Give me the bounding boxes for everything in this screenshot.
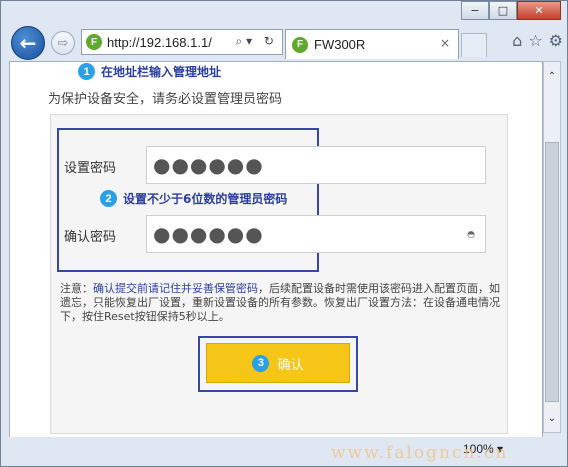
watermark: www.falogncn.cn	[331, 443, 509, 463]
confirm-password-dots: ●●●●●●	[153, 222, 264, 246]
confirm-highlight-box: 3 确认	[198, 336, 358, 392]
settings-gear-icon[interactable]: ⚙	[549, 31, 563, 50]
forward-button[interactable]: ⇨	[51, 31, 75, 55]
back-button[interactable]: ←	[11, 26, 45, 60]
tab-title: FW300R	[314, 37, 366, 52]
step3-badge: 3	[252, 354, 270, 372]
confirm-button[interactable]: 3 确认	[206, 343, 350, 383]
step2-annotation: 2 设置不少于6位数的管理员密码	[100, 190, 287, 207]
url-text[interactable]: http://192.168.1.1/	[107, 35, 212, 50]
step2-badge: 2	[100, 190, 117, 207]
maximize-button[interactable]: □	[489, 1, 517, 20]
page-content: 1 在地址栏输入管理地址 为保护设备安全，请务必设置管理员密码 设置密码 ●●●…	[9, 61, 543, 459]
window-controls: − □ ✕	[461, 1, 561, 20]
forward-arrow-icon: ⇨	[57, 35, 69, 51]
password-input[interactable]: ●●●●●●	[146, 146, 486, 184]
notice-text: 注意：确认提交前请记住并妥善保管密码，后续配置设备时需使用该密码进入配置页面，如…	[60, 282, 500, 324]
password-label: 设置密码	[64, 161, 117, 176]
notice-link[interactable]: 确认提交前请记住并妥善保管密码	[93, 282, 258, 295]
scroll-up-icon[interactable]: ⌃	[544, 66, 560, 86]
page-subtitle: 为保护设备安全，请务必设置管理员密码	[48, 92, 283, 107]
confirm-button-label: 确认	[277, 357, 304, 373]
step2-text: 设置不少于6位数的管理员密码	[123, 192, 288, 206]
scroll-thumb[interactable]	[545, 142, 559, 402]
new-tab-button[interactable]	[461, 33, 487, 57]
tab-favicon-icon: F	[292, 36, 308, 53]
close-window-button[interactable]: ✕	[517, 1, 561, 20]
browser-window: − □ ✕ ← ⇨ F http://192.168.1.1/ ⌕▾ ↻ F F…	[0, 0, 568, 467]
tab-fw300r[interactable]: F FW300R ×	[285, 29, 459, 59]
back-arrow-icon: ←	[19, 31, 37, 55]
show-password-eye-icon[interactable]: ◓	[467, 230, 475, 240]
browser-tools: ⌂ ☆ ⚙	[512, 31, 563, 50]
confirm-password-label: 确认密码	[64, 230, 117, 245]
minimize-button[interactable]: −	[461, 1, 489, 20]
step1-badge: 1	[78, 63, 95, 80]
search-refresh-icons[interactable]: ⌕▾ ↻	[235, 34, 278, 49]
step1-annotation: 1 在地址栏输入管理地址	[78, 63, 221, 80]
notice-prefix: 注意：	[60, 282, 93, 295]
vertical-scrollbar[interactable]: ⌃ ⌄	[543, 61, 561, 433]
step1-text: 在地址栏输入管理地址	[101, 65, 222, 79]
password-dots: ●●●●●●	[153, 153, 264, 177]
confirm-password-input[interactable]: ●●●●●● ◓	[146, 215, 486, 253]
scroll-down-icon[interactable]: ⌄	[544, 408, 560, 428]
navigation-bar: ← ⇨ F http://192.168.1.1/ ⌕▾ ↻ F FW300R …	[1, 23, 567, 61]
address-bar[interactable]: F http://192.168.1.1/ ⌕▾ ↻	[81, 29, 283, 55]
site-favicon-icon: F	[86, 34, 102, 50]
title-bar: − □ ✕	[1, 1, 567, 23]
tab-close-icon[interactable]: ×	[440, 36, 450, 50]
favorites-star-icon[interactable]: ☆	[528, 31, 542, 50]
home-icon[interactable]: ⌂	[512, 31, 522, 50]
